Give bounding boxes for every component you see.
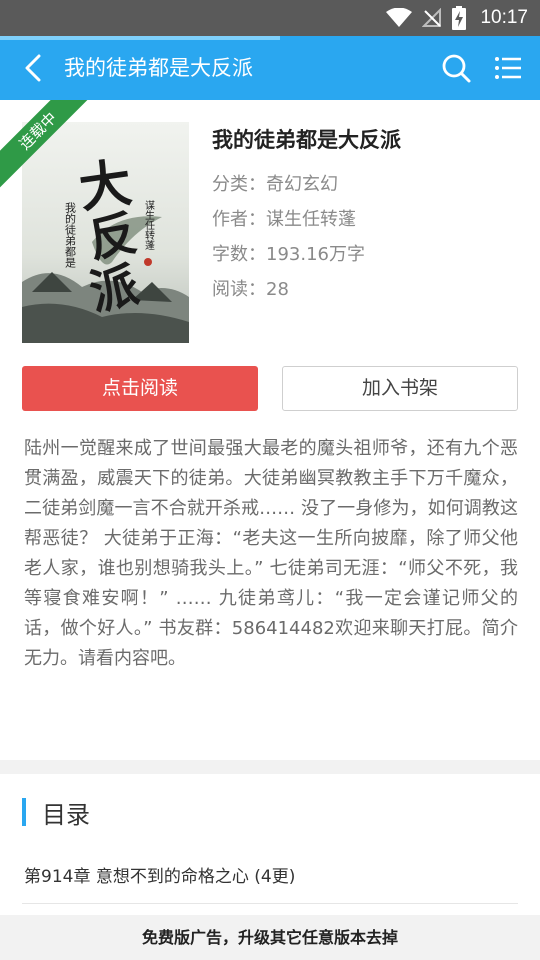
cover-subtitle: 我的徒弟都是 — [64, 202, 77, 269]
cover-title-glyph: 反 — [84, 205, 141, 268]
search-icon — [442, 54, 471, 83]
menu-button[interactable] — [492, 52, 524, 84]
ad-banner[interactable]: 免费版广告，升级其它任意版本去掉 — [0, 915, 540, 960]
cover-author: 谋生任转蓬 — [143, 200, 155, 251]
search-button[interactable] — [440, 52, 472, 84]
no-signal-icon — [422, 8, 442, 27]
read-button[interactable]: 点击阅读 — [22, 366, 258, 411]
status-bar: 10:17 — [0, 0, 540, 36]
toc-title: 目录 — [42, 801, 90, 829]
divider — [22, 903, 518, 904]
book-word-count: 字数：193.16万字 — [212, 244, 365, 265]
section-divider — [0, 760, 540, 774]
book-author[interactable]: 作者：谋生任转蓬 — [212, 205, 356, 231]
chevron-left-icon — [25, 54, 41, 82]
latest-chapter-item[interactable]: 第914章 意想不到的命格之心 (4更) — [24, 862, 295, 887]
book-category: 分类：奇幻玄幻 — [212, 174, 338, 195]
wifi-icon — [386, 8, 413, 27]
book-title: 我的徒弟都是大反派 — [212, 128, 401, 152]
page-title: 我的徒弟都是大反派 — [64, 56, 253, 80]
list-menu-icon — [495, 57, 521, 79]
toc-accent-bar — [22, 798, 26, 826]
serializing-ribbon: 连载中 — [0, 100, 90, 190]
battery-charging-icon — [452, 6, 467, 30]
ribbon-label: 连载中 — [0, 100, 90, 190]
book-intro: 陆州一觉醒来成了世间最强大最老的魔头祖师爷，还有九个恶贯满盈，威震天下的徒弟。大… — [24, 438, 518, 669]
add-to-shelf-button[interactable]: 加入书架 — [282, 366, 518, 411]
book-read-count: 阅读：28 — [212, 279, 289, 300]
back-button[interactable] — [18, 52, 48, 84]
status-time: 10:17 — [480, 7, 528, 28]
